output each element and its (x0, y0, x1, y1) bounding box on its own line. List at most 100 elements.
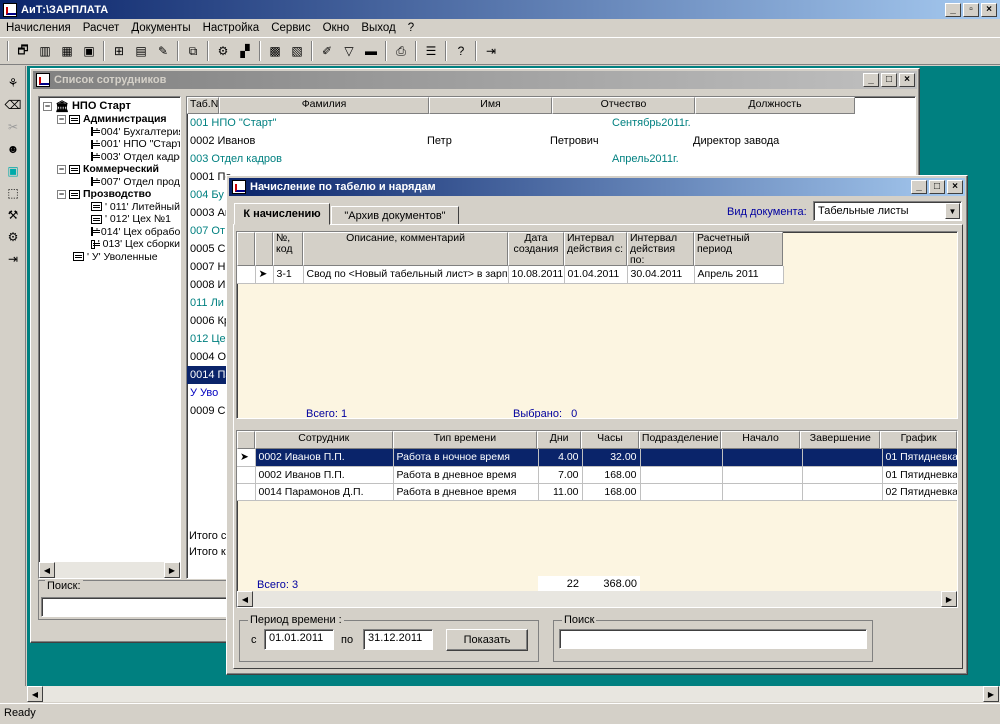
scroll-left-icon[interactable]: ◀ (237, 591, 253, 607)
tree-node[interactable]: − Администрация (43, 113, 180, 126)
scroll-left-icon[interactable]: ◀ (39, 562, 55, 578)
table-row[interactable]: 001 НПО "Старт" Сентябрь2011г. (187, 114, 915, 132)
department-tree[interactable]: − 🏛 НПО Старт − Администрация ' 004' Бухгал… (38, 96, 181, 579)
col-start[interactable]: Начало (720, 431, 801, 449)
report-icon[interactable]: ▧ (286, 40, 308, 62)
table-icon[interactable]: ▦ (56, 40, 78, 62)
blocks-icon[interactable]: ▞ (234, 40, 256, 62)
menu-settings[interactable]: Настройка (197, 22, 266, 34)
col-to[interactable]: Интервал действия по: (627, 232, 694, 266)
list-icon[interactable]: ☰ (420, 40, 442, 62)
col-description[interactable]: Описание, комментарий (303, 232, 508, 266)
tree-leaf[interactable]: ' У' Уволенные (43, 251, 180, 264)
tree-leaf[interactable]: ' 014' Цех обработки (43, 226, 180, 239)
employees-search-input[interactable] (41, 597, 241, 617)
scroll-right-icon[interactable]: ▶ (941, 591, 957, 607)
table-row[interactable]: 003 Отдел кадров Апрель2011г. (187, 150, 915, 168)
chevron-down-icon[interactable]: ▼ (945, 203, 960, 219)
document-icon[interactable]: ▤ (130, 40, 152, 62)
windows-icon[interactable]: 🗗 (12, 40, 34, 62)
menu-documents[interactable]: Документы (125, 22, 196, 34)
select-icon[interactable]: ▣ (2, 160, 24, 182)
tab-archive[interactable]: "Архив документов" (331, 206, 459, 225)
period-to-input[interactable]: 31.12.2011 (363, 629, 433, 650)
app-restore-button[interactable]: ▫ (963, 2, 979, 17)
scroll-left-icon[interactable]: ◀ (27, 686, 43, 702)
tab-to-accrue[interactable]: К начислению (234, 203, 330, 225)
col-created[interactable]: Дата создания (508, 232, 564, 266)
col-patronymic[interactable]: Отчество (552, 97, 695, 114)
documents-grid[interactable]: №, код Описание, комментарий Дата создан… (236, 231, 958, 419)
edit-doc-icon[interactable]: ✎ (152, 40, 174, 62)
menu-service[interactable]: Сервис (265, 22, 316, 34)
table-row[interactable]: 0014 Парамонов Д.П. Работа в дневное вре… (237, 483, 957, 501)
col-department[interactable]: Подразделение (638, 431, 721, 449)
help-icon[interactable]: ? (450, 40, 472, 62)
col-from[interactable]: Интервал действия с: (564, 232, 627, 266)
details-hscroll[interactable]: ◀ ▶ (237, 591, 957, 607)
col-days[interactable]: Дни (537, 431, 582, 449)
cut-icon[interactable]: ✂ (2, 116, 24, 138)
tools-icon[interactable]: ⚒ (2, 204, 24, 226)
employees-close-button[interactable]: × (899, 73, 915, 87)
employees-minimize-button[interactable]: _ (863, 73, 879, 87)
tree-leaf[interactable]: ' 013' Цех сборки (43, 238, 180, 251)
col-position[interactable]: Должность (695, 97, 855, 114)
col-tabn[interactable]: Таб.N (187, 97, 219, 114)
frame-icon[interactable]: ⬚ (2, 182, 24, 204)
app-close-button[interactable]: × (981, 2, 997, 17)
tree-leaf[interactable]: ' 007' Отдел продаж (43, 176, 180, 189)
accrual-close-button[interactable]: × (947, 180, 963, 194)
pencil-icon[interactable]: ✐ (316, 40, 338, 62)
accrual-search-input[interactable] (559, 629, 867, 649)
table-row[interactable]: 0002 Иванов П.П. Работа в дневное время … (237, 466, 957, 484)
employees-icon[interactable]: ⚘ (2, 72, 24, 94)
tree-leaf[interactable]: ' 003' Отдел кадров (43, 151, 180, 164)
period-from-input[interactable]: 01.01.2011 (264, 629, 334, 650)
person-icon[interactable]: ☻ (2, 138, 24, 160)
book-icon[interactable]: ▥ (34, 40, 56, 62)
col-hours[interactable]: Часы (581, 431, 639, 449)
tree-node[interactable]: − Прозводство (43, 188, 180, 201)
table-row[interactable]: ➤ 0002 Иванов П.П. Работа в ночное время… (237, 449, 957, 467)
show-button[interactable]: Показать (446, 629, 528, 651)
filter-icon[interactable]: ▽ (338, 40, 360, 62)
col-name[interactable]: Имя (429, 97, 552, 114)
tree-leaf[interactable]: ' 001' НПО "Старт" (43, 138, 180, 151)
menu-help[interactable]: ? (402, 22, 420, 34)
tree-node[interactable]: − Коммерческий (43, 163, 180, 176)
table-row[interactable]: 0002 Иванов Петр Петрович Директор завода (187, 132, 915, 150)
accrual-maximize-button[interactable]: □ (929, 180, 945, 194)
logout-icon[interactable]: ⇥ (2, 248, 24, 270)
tree-leaf[interactable]: ' 012' Цех №1 (43, 213, 180, 226)
tree-leaf[interactable]: ' 011' Литейный (43, 201, 180, 214)
col-schedule[interactable]: График (880, 431, 957, 449)
col-period[interactable]: Расчетный период (694, 232, 783, 266)
table-row[interactable]: ➤ 3-1 Свод по <Новый табельный лист> в з… (237, 266, 784, 284)
mdi-hscroll[interactable]: ◀ ▶ (27, 686, 1000, 702)
settings-doc-icon[interactable]: ⚙ (2, 226, 24, 248)
col-end[interactable]: Завершение (800, 431, 881, 449)
scroll-right-icon[interactable]: ▶ (164, 562, 180, 578)
exit-icon[interactable]: ⇥ (480, 40, 502, 62)
menu-calc[interactable]: Расчет (77, 22, 126, 34)
doc-type-select[interactable]: Табельные листы ▼ (813, 201, 962, 221)
col-time-type[interactable]: Тип времени (392, 431, 538, 449)
details-grid[interactable]: Сотрудник Тип времени Дни Часы Подраздел… (236, 430, 958, 608)
calc-icon[interactable]: ⊞ (108, 40, 130, 62)
gear-icon[interactable]: ⚙ (212, 40, 234, 62)
scroll-right-icon[interactable]: ▶ (983, 686, 999, 702)
employees-maximize-button[interactable]: □ (881, 73, 897, 87)
menu-accruals[interactable]: Начисления (0, 22, 77, 34)
app-minimize-button[interactable]: _ (945, 2, 961, 17)
menu-exit[interactable]: Выход (355, 22, 401, 34)
col-employee[interactable]: Сотрудник (254, 431, 393, 449)
tree-root[interactable]: − 🏛 НПО Старт (43, 99, 180, 113)
archive-icon[interactable]: ▩ (264, 40, 286, 62)
tree-hscroll[interactable]: ◀ ▶ (39, 562, 180, 578)
row-checkbox[interactable] (237, 266, 256, 284)
eraser-icon[interactable]: ⌫ (2, 94, 24, 116)
menu-window[interactable]: Окно (317, 22, 356, 34)
print-icon[interactable]: ⎙ (390, 40, 412, 62)
calculator-icon[interactable]: ▬ (360, 40, 382, 62)
